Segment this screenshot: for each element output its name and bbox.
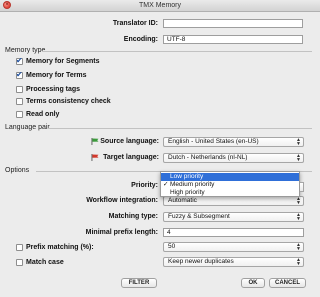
checkbox-box[interactable]: [16, 98, 23, 105]
memory-for-terms-label: Memory for Terms: [26, 72, 87, 79]
title-bar: × TMX Memory: [0, 0, 320, 12]
ok-button[interactable]: OK: [241, 278, 265, 288]
cancel-button[interactable]: CANCEL: [269, 278, 306, 288]
prefix-matching-value: 50: [168, 243, 176, 250]
minimal-prefix-length-input[interactable]: 4: [163, 228, 304, 237]
select-arrows-icon: ▲ ▼: [296, 242, 301, 252]
terms-consistency-check-label: Terms consistency check: [26, 98, 111, 105]
priority-option-label: Medium priority: [170, 181, 215, 188]
duplicates-select[interactable]: Keep newer duplicates ▲ ▼: [163, 257, 304, 267]
workflow-integration-label: Workflow integration:: [86, 197, 158, 204]
options-title: Options: [5, 167, 30, 174]
memory-for-segments-label: Memory for Segments: [26, 58, 100, 65]
encoding-input[interactable]: UTF-8: [163, 35, 303, 44]
select-arrows-icon: ▲ ▼: [296, 257, 301, 267]
checkbox-box[interactable]: [16, 70, 23, 79]
source-language-value: English - United States (en-US): [168, 138, 259, 145]
match-case-label: Match case: [26, 259, 64, 266]
duplicates-value: Keep newer duplicates: [168, 258, 234, 265]
workflow-integration-select[interactable]: Automatic ▲ ▼: [163, 196, 304, 206]
priority-option-medium[interactable]: ✓ Medium priority: [161, 181, 299, 189]
priority-dropdown-menu: Low priority ✓ Medium priority High prio…: [160, 171, 300, 197]
select-arrows-icon: ▲ ▼: [296, 196, 301, 206]
target-language-value: Dutch - Netherlands (nl-NL): [168, 154, 248, 161]
priority-option-high[interactable]: High priority: [161, 189, 299, 197]
target-language-select[interactable]: Dutch - Netherlands (nl-NL) ▲ ▼: [163, 153, 304, 163]
checkbox-box[interactable]: [16, 111, 23, 118]
matching-type-value: Fuzzy & Subsegment: [168, 213, 230, 220]
close-window-button[interactable]: ×: [3, 1, 11, 9]
prefix-matching-select[interactable]: 50 ▲ ▼: [163, 242, 304, 252]
source-language-select[interactable]: English - United States (en-US) ▲ ▼: [163, 137, 304, 147]
language-pair-divider: [48, 128, 312, 129]
tmx-memory-dialog: × TMX Memory Translator ID: Encoding: UT…: [0, 0, 320, 297]
priority-option-label: High priority: [170, 189, 205, 196]
source-language-label: Source language:: [100, 138, 159, 145]
minimal-prefix-length-label: Minimal prefix length:: [85, 229, 158, 236]
filter-button[interactable]: FILTER: [121, 278, 157, 288]
workflow-integration-value: Automatic: [168, 197, 197, 204]
memory-type-divider: [42, 51, 312, 52]
target-language-label: Target language:: [103, 154, 159, 161]
encoding-label: Encoding:: [123, 36, 158, 43]
checkbox-box[interactable]: [16, 86, 23, 93]
select-arrows-icon: ▲ ▼: [296, 137, 301, 147]
window-title: TMX Memory: [139, 2, 181, 9]
read-only-label: Read only: [26, 111, 60, 118]
checkbox-box[interactable]: [16, 259, 23, 266]
translator-id-label: Translator ID:: [112, 20, 158, 27]
flag-green-icon: [91, 138, 99, 145]
priority-option-low[interactable]: Low priority: [161, 173, 299, 181]
select-arrows-icon: ▲ ▼: [296, 153, 301, 163]
memory-type-title: Memory type: [5, 47, 46, 54]
priority-option-label: Low priority: [170, 173, 204, 180]
priority-select-edge[interactable]: [300, 182, 304, 192]
translator-id-input[interactable]: [163, 19, 303, 28]
selected-check-icon: ✓: [163, 181, 169, 188]
matching-type-select[interactable]: Fuzzy & Subsegment ▲ ▼: [163, 212, 304, 222]
checkbox-box[interactable]: [16, 244, 23, 251]
prefix-matching-label: Prefix matching (%):: [26, 244, 94, 251]
flag-red-icon: [91, 154, 99, 161]
matching-type-label: Matching type:: [108, 213, 158, 220]
select-arrows-icon: ▲ ▼: [296, 212, 301, 222]
priority-label: Priority:: [131, 182, 158, 189]
checkbox-box[interactable]: [16, 56, 23, 65]
language-pair-title: Language pair: [5, 124, 50, 131]
processing-tags-label: Processing tags: [26, 86, 81, 93]
